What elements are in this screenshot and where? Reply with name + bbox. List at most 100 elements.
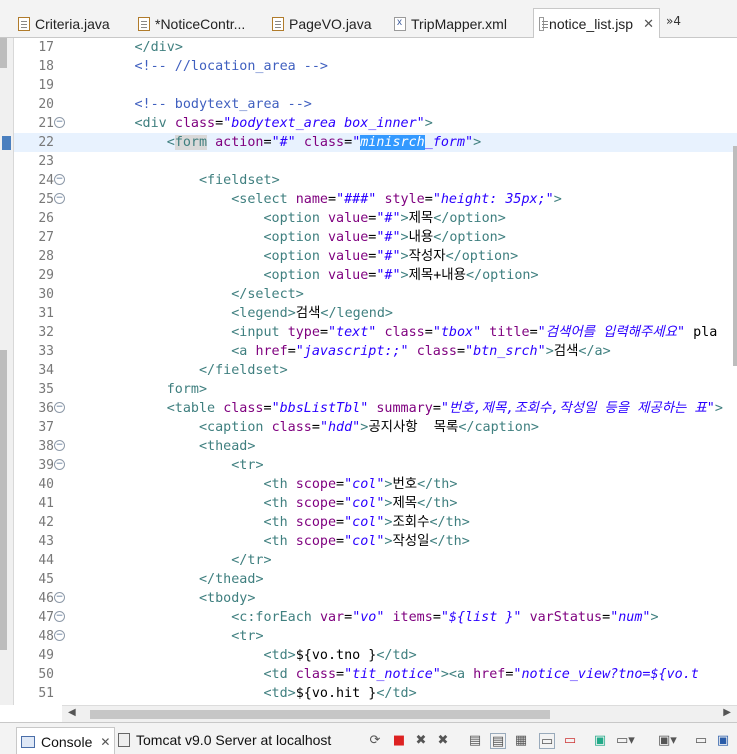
line-number: 46 xyxy=(38,591,54,606)
remove-all-icon[interactable]: ✖ xyxy=(435,733,451,749)
line-number: 30 xyxy=(38,287,54,302)
tab-notice-list-jsp[interactable]: notice_list.jsp ✕ xyxy=(533,8,660,39)
scroll-left-icon[interactable]: ◀ xyxy=(68,707,76,718)
code-line[interactable]: </thead> xyxy=(70,570,264,589)
line-number: 45 xyxy=(38,572,54,587)
fold-toggle-icon[interactable]: − xyxy=(54,592,65,603)
code-line[interactable]: <th scope="col">번호</th> xyxy=(70,475,457,494)
code-line[interactable]: <th scope="col">작성일</th> xyxy=(70,532,469,551)
code-line[interactable]: <td class="tit_notice"><a href="notice_v… xyxy=(70,665,698,684)
code-line[interactable]: <input type="text" class="tbox" title="검… xyxy=(70,323,717,342)
java-file-icon xyxy=(272,17,284,31)
tab-notice-controller[interactable]: *NoticeContr... xyxy=(138,10,245,38)
server-tab[interactable]: Tomcat v9.0 Server at localhost xyxy=(118,732,331,748)
code-line[interactable]: <form action="#" class="minisrch_form"> xyxy=(70,133,481,152)
line-number: 21 xyxy=(38,116,54,131)
code-line[interactable]: <c:forEach var="vo" items="${list }" var… xyxy=(70,608,658,627)
left-ruler xyxy=(0,38,14,705)
code-line[interactable]: <legend>검색</legend> xyxy=(70,304,393,323)
code-line[interactable]: </fieldset> xyxy=(70,361,288,380)
code-line[interactable]: <tr> xyxy=(70,456,263,475)
code-line[interactable]: </select> xyxy=(70,285,304,304)
line-number: 32 xyxy=(38,325,54,340)
code-line[interactable]: <fieldset> xyxy=(70,171,280,190)
open-console-icon[interactable]: ▣▾ xyxy=(658,733,677,749)
code-line[interactable]: <!-- bodytext_area --> xyxy=(70,95,312,114)
line-number: 43 xyxy=(38,534,54,549)
horizontal-scroll-thumb[interactable] xyxy=(90,710,550,719)
code-line[interactable]: <caption class="hdd">공지사항 목록</caption> xyxy=(70,418,539,437)
tab-pagevo-java[interactable]: PageVO.java xyxy=(272,10,372,38)
line-number: 44 xyxy=(38,553,54,568)
show-stderr-icon[interactable]: ▭ xyxy=(562,733,578,749)
code-line[interactable]: <thead> xyxy=(70,437,255,456)
code-line[interactable]: <td>${vo.hit }</td> xyxy=(70,684,416,703)
code-line[interactable]: <option value="#">제목</option> xyxy=(70,209,505,228)
code-line[interactable]: <select name="###" style="height: 35px;"… xyxy=(70,190,562,209)
scroll-right-icon[interactable]: ▶ xyxy=(723,707,731,718)
code-line[interactable]: </tr> xyxy=(70,551,271,570)
code-line[interactable]: <option value="#">제목+내용</option> xyxy=(70,266,538,285)
scroll-lock-icon[interactable]: ▤ xyxy=(490,733,506,749)
horizontal-scrollbar[interactable]: ◀ ▶ xyxy=(62,705,737,722)
fold-toggle-icon[interactable]: − xyxy=(54,440,65,451)
code-line[interactable]: <option value="#">작성자</option> xyxy=(70,247,518,266)
line-number: 20 xyxy=(38,97,54,112)
code-line[interactable]: <a href="javascript:;" class="btn_srch">… xyxy=(70,342,610,361)
line-number: 36 xyxy=(38,401,54,416)
fold-toggle-icon[interactable]: − xyxy=(54,193,65,204)
code-line[interactable]: <table class="bbsListTbl" summary="번호,제목… xyxy=(70,399,723,418)
tab-criteria-java[interactable]: Criteria.java xyxy=(18,10,110,38)
code-line[interactable]: <th scope="col">제목</th> xyxy=(70,494,457,513)
line-number: 37 xyxy=(38,420,54,435)
code-line[interactable]: <td>${vo.tno }</td> xyxy=(70,646,416,665)
code-line[interactable]: </div> xyxy=(70,38,183,57)
fold-toggle-icon[interactable]: − xyxy=(54,630,65,641)
editor-tab-bar: Criteria.java *NoticeContr... PageVO.jav… xyxy=(0,0,737,39)
code-line[interactable]: <div class="bodytext_area box_inner"> xyxy=(70,114,433,133)
remove-launch-icon[interactable]: ✖ xyxy=(413,733,429,749)
line-number: 29 xyxy=(38,268,54,283)
code-line[interactable]: form> xyxy=(70,380,207,399)
line-number: 31 xyxy=(38,306,54,321)
code-line[interactable]: <th scope="col">조회수</th> xyxy=(70,513,469,532)
line-number: 19 xyxy=(38,78,54,93)
show-stdout-icon[interactable]: ▭ xyxy=(539,733,555,749)
line-number: 38 xyxy=(38,439,54,454)
fold-toggle-icon[interactable]: − xyxy=(54,117,65,128)
vertical-scrollbar[interactable] xyxy=(733,38,737,705)
close-icon[interactable]: ✕ xyxy=(100,735,110,749)
code-line[interactable]: <option value="#">내용</option> xyxy=(70,228,505,247)
maximize-icon[interactable]: ▣ xyxy=(715,733,731,749)
close-icon[interactable]: ✕ xyxy=(643,16,654,32)
line-number: 25 xyxy=(38,192,54,207)
pin-console-icon[interactable]: ▣ xyxy=(592,733,608,749)
line-number: 50 xyxy=(38,667,54,682)
fold-toggle-icon[interactable]: − xyxy=(54,611,65,622)
java-file-icon xyxy=(18,17,30,31)
line-number: 24 xyxy=(38,173,54,188)
code-editor[interactable]: 17 18 19 20 21−22 23 24−25−26 27 28 29 30 31 32 33 34 3… xyxy=(14,38,737,705)
ruler-band xyxy=(0,38,7,68)
console-tab[interactable]: Console ✕ xyxy=(16,727,116,754)
java-file-icon xyxy=(138,17,150,31)
xml-file-icon xyxy=(394,17,406,31)
fold-toggle-icon[interactable]: − xyxy=(54,402,65,413)
bottom-panel-bar: Console ✕ Tomcat v9.0 Server at localhost… xyxy=(0,722,737,754)
console-view-icon[interactable]: ▤ xyxy=(467,733,483,749)
display-console-icon[interactable]: ▭▾ xyxy=(616,733,635,749)
more-tabs-button[interactable]: »4 xyxy=(666,14,681,28)
code-line[interactable]: <!-- //location_area --> xyxy=(70,57,328,76)
code-line[interactable]: <tbody> xyxy=(70,589,255,608)
line-number: 33 xyxy=(38,344,54,359)
word-wrap-icon[interactable]: ▦ xyxy=(513,733,529,749)
tab-tripmapper-xml[interactable]: TripMapper.xml xyxy=(394,10,507,38)
fold-toggle-icon[interactable]: − xyxy=(54,174,65,185)
console-icon xyxy=(21,735,35,748)
code-line[interactable]: <tr> xyxy=(70,627,263,646)
stop-icon[interactable]: ■ xyxy=(391,733,407,749)
restart-icon[interactable]: ⟳ xyxy=(367,733,383,749)
vertical-scroll-thumb[interactable] xyxy=(733,146,737,366)
fold-toggle-icon[interactable]: − xyxy=(54,459,65,470)
minimize-icon[interactable]: ▭ xyxy=(693,733,709,749)
